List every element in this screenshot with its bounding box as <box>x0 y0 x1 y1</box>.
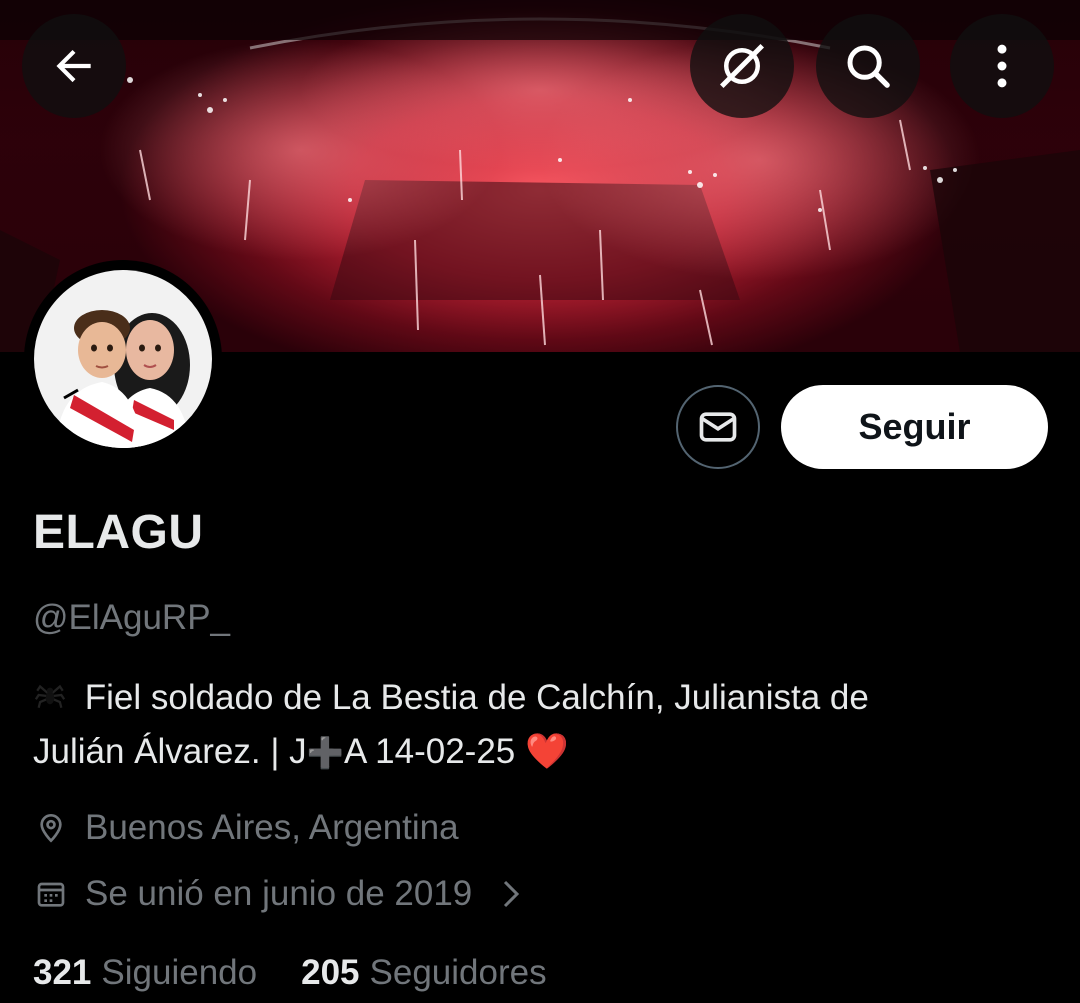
chevron-right-icon <box>500 879 522 909</box>
location-row: Buenos Aires, Argentina <box>33 808 459 848</box>
more-options-button[interactable] <box>950 14 1054 118</box>
message-button[interactable] <box>676 385 760 469</box>
bio-text-line1: Fiel soldado de La Bestia de Calchín, Ju… <box>84 678 869 717</box>
plus-emoji: ➕ <box>306 737 345 770</box>
location-pin-icon <box>33 810 69 846</box>
following-count: 321 <box>33 953 92 992</box>
back-button[interactable] <box>22 14 126 118</box>
following-label: Siguiendo <box>101 953 258 992</box>
following-link[interactable]: 321 Siguiendo <box>33 953 257 993</box>
search-button[interactable] <box>816 14 920 118</box>
grok-icon <box>719 43 765 89</box>
more-vertical-icon <box>997 44 1007 88</box>
bio-text-line2: Julián Álvarez. | J <box>33 732 307 771</box>
grok-button[interactable] <box>690 14 794 118</box>
followers-label: Seguidores <box>369 953 547 992</box>
location-text: Buenos Aires, Argentina <box>85 808 459 847</box>
bio-text-date: A 14-02-25 <box>344 732 516 771</box>
avatar[interactable] <box>24 260 222 458</box>
joined-row[interactable]: Se unió en junio de 2019 <box>33 874 522 914</box>
followers-count: 205 <box>301 953 360 992</box>
followers-link[interactable]: 205 Seguidores <box>301 953 546 993</box>
heart-emoji: ❤️ <box>525 732 569 771</box>
display-name: ELAGU <box>33 506 204 559</box>
calendar-icon <box>33 876 69 912</box>
joined-text: Se unió en junio de 2019 <box>85 874 473 913</box>
spider-emoji-icon <box>33 677 75 727</box>
envelope-icon <box>699 412 737 442</box>
handle: @ElAguRP_ <box>33 598 231 637</box>
follow-stats: 321 Siguiendo 205 Seguidores <box>33 953 547 993</box>
bio: Fiel soldado de La Bestia de Calchín, Ju… <box>33 673 1053 779</box>
search-icon <box>847 45 890 88</box>
arrow-left-icon <box>56 49 91 83</box>
avatar-image <box>34 270 212 448</box>
follow-button[interactable]: Seguir <box>781 385 1048 469</box>
